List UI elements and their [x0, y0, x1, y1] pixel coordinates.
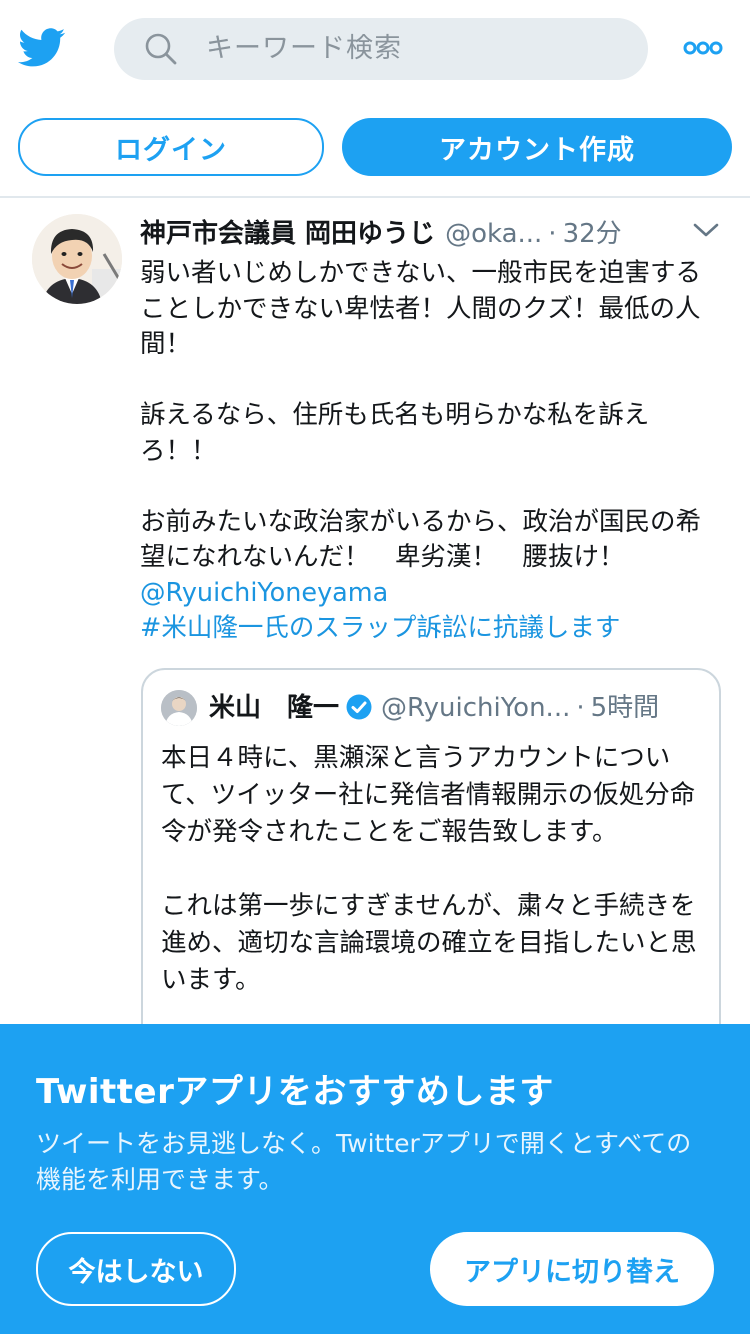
author-handle[interactable]: @oka... — [445, 219, 542, 249]
divider — [0, 196, 750, 198]
tweet-text-line: お前みたいな政治家がいるから、政治が国民の希望になれないんだ！ 卑劣漢！ 腰抜け… — [140, 506, 702, 573]
login-button[interactable]: ログイン — [18, 118, 324, 176]
verified-badge-icon — [346, 694, 372, 720]
quoted-header: 米山 隆一 @RyuichiYon... · 5時間 — [209, 688, 709, 728]
tweet-text-line: 訴えるなら、住所も氏名も明らかな私を訴えろ！！ — [140, 400, 650, 466]
tweet-text-line: 弱い者いじめしかできない、一般市民を迫害することしかできない卑怯者！人間のクズ！… — [140, 258, 702, 359]
search-icon — [145, 33, 177, 65]
banner-title: Twitterアプリをおすすめします — [36, 1072, 554, 1112]
search-input[interactable]: キーワード検索 — [114, 18, 648, 80]
avatar[interactable] — [32, 214, 122, 304]
quoted-avatar — [161, 690, 197, 726]
not-now-button[interactable]: 今はしない — [36, 1232, 236, 1306]
twitter-logo-icon[interactable] — [18, 28, 66, 68]
switch-to-app-button[interactable]: アプリに切り替え — [430, 1232, 714, 1306]
search-placeholder: キーワード検索 — [206, 33, 402, 64]
author-name[interactable]: 神戸市会議員 岡田ゆうじ — [140, 219, 435, 249]
quoted-text: 本日４時に、黒瀬深と言うアカウントについて、ツイッター社に発信者情報開示の仮処分… — [161, 743, 697, 995]
separator-dot: · — [548, 219, 557, 249]
app-banner: Twitterアプリをおすすめします ツイートをお見逃しなく。Twitterアプ… — [0, 1024, 750, 1334]
banner-description: ツイートをお見逃しなく。Twitterアプリで開くとすべての機能を利用できます。 — [36, 1129, 692, 1194]
tweet-header: 神戸市会議員 岡田ゆうじ @oka... · 32分 — [140, 212, 700, 256]
mention-link[interactable]: @RyuichiYoneyama — [140, 578, 388, 608]
more-options-icon[interactable] — [683, 36, 723, 60]
tweet-time[interactable]: 32分 — [563, 219, 622, 249]
quoted-author-name: 米山 隆一 — [209, 693, 340, 723]
quoted-time: 5時間 — [590, 693, 660, 723]
quoted-author-handle: @RyuichiYon... — [381, 693, 571, 723]
top-bar: キーワード検索 — [0, 0, 750, 100]
chevron-down-icon[interactable] — [692, 220, 720, 240]
tweet-text: 弱い者いじめしかできない、一般市民を迫害することしかできない卑怯者！人間のクズ！… — [140, 256, 710, 647]
hashtag-link[interactable]: #米山隆一氏のスラップ訴訟に抗議します — [140, 613, 620, 643]
signup-button[interactable]: アカウント作成 — [342, 118, 732, 176]
separator-dot: · — [576, 693, 585, 723]
